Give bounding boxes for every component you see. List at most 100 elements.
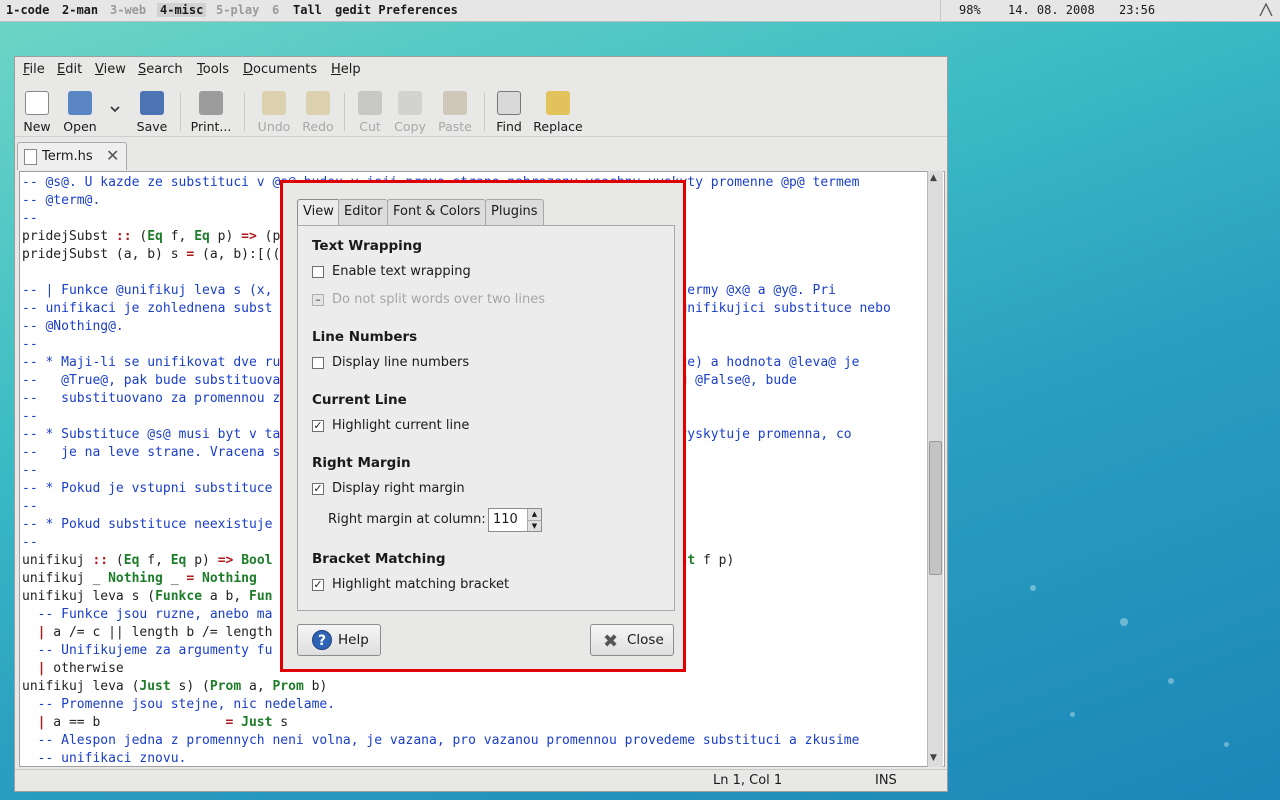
scroll-up-arrow-icon[interactable]: ▲: [930, 173, 937, 183]
right-margin-value[interactable]: 110: [493, 512, 518, 527]
code-token: unifikuj leva s (: [22, 589, 156, 604]
menu-documents[interactable]: Documents: [243, 62, 317, 77]
bracket-checkbox[interactable]: ✓: [312, 579, 324, 591]
workspace-3[interactable]: 3-web: [110, 3, 146, 17]
code-token: --: [22, 409, 38, 424]
close-button[interactable]: ✖ Close: [590, 624, 674, 656]
display-line-numbers-option[interactable]: Display line numbers: [312, 355, 469, 370]
code-line: | a /= c || length b /= length: [22, 624, 273, 642]
replace-button[interactable]: Replace: [527, 89, 589, 134]
print-button[interactable]: Print...: [187, 89, 235, 134]
close-label: Close: [627, 632, 664, 648]
menu-view[interactable]: View: [95, 62, 126, 77]
code-line: -- substituovano za promennou z: [22, 390, 280, 408]
help-button[interactable]: ? Help: [297, 624, 381, 656]
toolbar-separator: [244, 93, 245, 131]
tab-term-hs[interactable]: Term.hs ✕: [17, 142, 127, 170]
menu-search[interactable]: Search: [138, 62, 183, 77]
workspace-1[interactable]: 1-code: [6, 3, 49, 17]
code-token: Funkce: [155, 589, 203, 604]
code-token: p): [186, 553, 218, 568]
new-button[interactable]: New: [13, 89, 61, 134]
tab-view[interactable]: View: [297, 199, 340, 225]
tab-font-colors[interactable]: Font & Colors: [387, 199, 487, 225]
wallpaper-bubble: [1120, 618, 1128, 626]
code-token: unifikuj _: [22, 571, 109, 586]
window-title: gedit Preferences: [335, 3, 458, 17]
enable-wrapping-checkbox[interactable]: [312, 266, 324, 278]
wallpaper-bubble: [1070, 712, 1075, 717]
printer-icon: [199, 91, 223, 115]
code-token: -- Unifikujeme za argumenty fu: [22, 643, 273, 658]
code-token: Prom: [209, 679, 242, 694]
right-margin-checkbox[interactable]: ✓: [312, 483, 324, 495]
workspace-4-current[interactable]: 4-misc: [157, 3, 207, 17]
code-token: Eq: [194, 229, 210, 244]
code-line: -- Promenne jsou stejne, nic nedelame.: [22, 696, 335, 714]
menu-edit[interactable]: Edit: [57, 62, 82, 77]
right-margin-column-spinner[interactable]: 110 ▲ ▼: [488, 508, 542, 532]
section-current-line: Current Line: [312, 392, 407, 408]
code-line: --: [22, 336, 38, 354]
tab-editor[interactable]: Editor: [338, 199, 389, 225]
toolbar-separator: [344, 93, 345, 131]
insert-mode: INS: [875, 773, 897, 788]
print-label: Print...: [190, 119, 232, 134]
code-token: --: [22, 337, 38, 352]
menu-file[interactable]: File: [23, 62, 45, 77]
menu-help[interactable]: Help: [331, 62, 361, 77]
enable-text-wrapping-option[interactable]: Enable text wrapping: [312, 264, 471, 279]
time-display: 23:56: [1119, 3, 1156, 17]
current-line-checkbox[interactable]: ✓: [312, 420, 324, 432]
paste-button[interactable]: Paste: [431, 89, 479, 134]
workspace-2[interactable]: 2-man: [62, 3, 98, 17]
code-token: otherwise: [45, 661, 124, 676]
code-token: unifikujici substituce nebo: [679, 301, 891, 316]
section-bracket-matching: Bracket Matching: [312, 551, 446, 567]
code-token: Nothing: [108, 571, 163, 586]
scrollbar-thumb[interactable]: [929, 441, 942, 575]
code-token: -- Funkce jsou ruzne, anebo ma: [22, 607, 273, 622]
battery-level: 98%: [959, 3, 981, 17]
undo-button[interactable]: Undo: [250, 89, 298, 134]
find-button[interactable]: Find: [485, 89, 533, 134]
editor-scrollbar[interactable]: ▲ ▼: [927, 171, 943, 767]
save-button[interactable]: Save: [128, 89, 176, 134]
code-token: (a, b):[((: [194, 247, 281, 262]
spin-down-icon[interactable]: ▼: [527, 520, 541, 531]
line-numbers-checkbox[interactable]: [312, 357, 324, 369]
tab-plugins[interactable]: Plugins: [485, 199, 544, 225]
tab-close-icon[interactable]: ✕: [106, 146, 119, 165]
open-recent-chevron-down-icon[interactable]: [110, 105, 120, 113]
code-token: tuce) a hodnota @leva@ je: [663, 355, 860, 370]
code-token: -- * Maji-li se unifikovat dve ru: [22, 355, 281, 370]
close-icon: ✖: [603, 631, 619, 652]
workspace-6[interactable]: 6: [272, 3, 279, 17]
code-token: -- | Funkce @unifikuj leva s (x,: [22, 283, 273, 298]
undo-label: Undo: [257, 119, 291, 134]
code-token: -- * Pokud je vstupni substituce: [22, 481, 273, 496]
highlight-current-line-option[interactable]: ✓ Highlight current line: [312, 418, 469, 433]
replace-label: Replace: [533, 119, 583, 134]
code-token: a /= c || length b /= length: [45, 625, 273, 640]
scroll-down-arrow-icon[interactable]: ▼: [930, 753, 937, 763]
code-token: a,: [241, 679, 273, 694]
code-token: --: [22, 463, 38, 478]
redo-button[interactable]: Redo: [294, 89, 342, 134]
code-token: -- unifikaci je zohlednena subst: [22, 301, 273, 316]
menu-tools[interactable]: Tools: [197, 62, 229, 77]
workspace-5[interactable]: 5-play: [216, 3, 259, 17]
spin-up-icon[interactable]: ▲: [527, 509, 541, 520]
xmonad-status-bar: 1-code 2-man 3-web 4-misc 5-play 6 Tall …: [0, 0, 1280, 22]
display-right-margin-option[interactable]: ✓ Display right margin: [312, 481, 465, 496]
copy-button[interactable]: Copy: [386, 89, 434, 134]
open-button[interactable]: Open: [56, 89, 104, 134]
preferences-dialog: View Editor Font & Colors Plugins Text W…: [280, 180, 686, 672]
highlight-bracket-option[interactable]: ✓ Highlight matching bracket: [312, 577, 509, 592]
date-display: 14. 08. 2008: [1008, 3, 1095, 17]
section-line-numbers: Line Numbers: [312, 329, 418, 345]
code-token: (: [131, 229, 148, 244]
